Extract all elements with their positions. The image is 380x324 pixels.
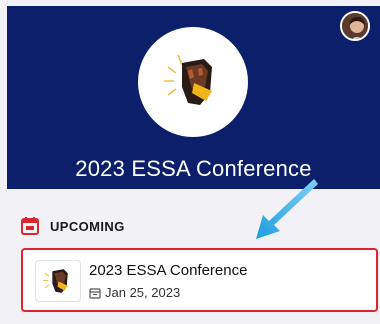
fist-logo-icon — [164, 54, 212, 105]
user-avatar[interactable] — [340, 11, 370, 41]
event-date: Jan 25, 2023 — [105, 285, 181, 300]
calendar-small-icon — [89, 287, 101, 299]
app-screen: 2023 ESSA Conference UPCOMING 2023 ESSA … — [0, 0, 380, 324]
upcoming-section-header: UPCOMING — [20, 216, 125, 236]
event-title: 2023 ESSA Conference — [89, 262, 248, 279]
conference-title: 2023 ESSA Conference — [75, 156, 312, 181]
conference-header: 2023 ESSA Conference — [7, 6, 380, 189]
avatar-photo-icon — [342, 13, 368, 39]
pointer-arrow-icon — [256, 179, 318, 239]
event-thumbnail — [35, 260, 81, 302]
conference-logo — [138, 27, 248, 137]
fist-logo-small-icon — [43, 269, 68, 293]
event-date-row: Jan 25, 2023 — [89, 285, 180, 300]
section-label: UPCOMING — [50, 218, 125, 234]
event-list-item[interactable]: 2023 ESSA Conference Jan 25, 2023 — [21, 248, 378, 312]
calendar-icon — [21, 217, 39, 235]
